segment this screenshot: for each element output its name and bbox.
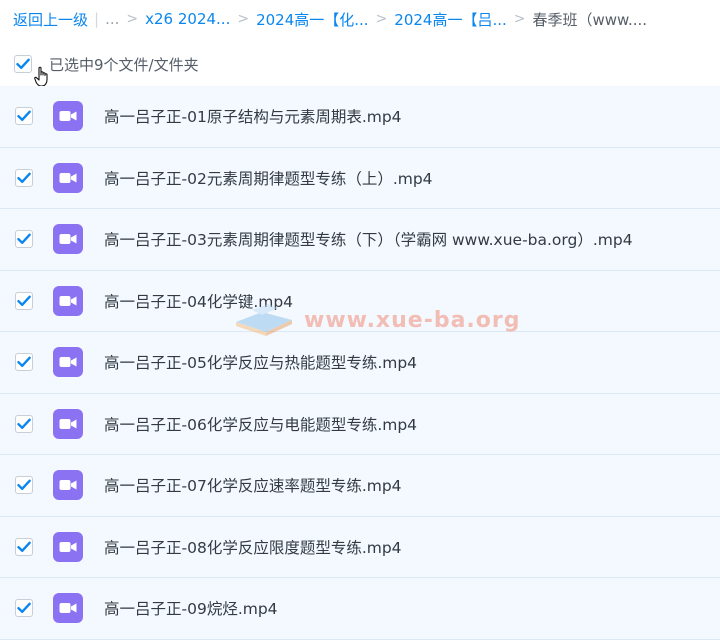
camera-icon: [59, 603, 77, 614]
checkmark-icon: [17, 110, 31, 122]
video-file-icon: [53, 593, 83, 624]
checkmark-icon: [17, 356, 31, 368]
file-row[interactable]: 高一吕子正-02元素周期律题型专练（上）.mp4: [0, 147, 720, 209]
breadcrumb-item-3[interactable]: 2024高一【吕...: [394, 9, 506, 30]
checkmark-icon: [17, 541, 31, 552]
file-checkbox[interactable]: [15, 168, 33, 187]
video-file-icon: [53, 470, 83, 501]
selection-bar: 已选中9个文件/文件夹: [0, 46, 720, 82]
file-name[interactable]: 高一吕子正-03元素周期律题型专练（下）（学霸网 www.xue-ba.org）…: [104, 228, 633, 250]
checkmark-icon: [17, 233, 31, 245]
file-row[interactable]: 高一吕子正-01原子结构与元素周期表.mp4: [0, 86, 720, 148]
video-file-icon: [53, 531, 83, 562]
camera-icon: [59, 541, 77, 552]
file-row[interactable]: 高一吕子正-03元素周期律题型专练（下）（学霸网 www.xue-ba.org）…: [0, 209, 720, 271]
file-checkbox[interactable]: [15, 537, 33, 556]
breadcrumb-separator-icon: >: [237, 11, 250, 27]
selection-count-text: 已选中9个文件/文件夹: [49, 55, 199, 74]
file-name[interactable]: 高一吕子正-02元素周期律题型专练（上）.mp4: [104, 167, 433, 189]
camera-icon: [59, 111, 77, 122]
breadcrumb-divider: |: [94, 10, 100, 28]
video-file-icon: [53, 162, 83, 193]
camera-icon: [59, 234, 77, 245]
file-row[interactable]: 高一吕子正-06化学反应与电能题型专练.mp4: [0, 393, 720, 455]
checkmark-icon: [16, 58, 30, 69]
file-checkbox[interactable]: [15, 107, 33, 126]
checkmark-icon: [17, 479, 31, 491]
file-name[interactable]: 高一吕子正-01原子结构与元素周期表.mp4: [104, 105, 402, 127]
file-name[interactable]: 高一吕子正-06化学反应与电能题型专练.mp4: [104, 413, 417, 435]
file-row[interactable]: 高一吕子正-08化学反应限度题型专练.mp4: [0, 516, 720, 578]
file-checkbox[interactable]: [15, 353, 33, 372]
camera-icon: [59, 357, 77, 368]
hand-cursor-icon: [34, 66, 48, 87]
video-file-icon: [53, 347, 83, 378]
video-file-icon: [53, 285, 83, 316]
breadcrumb-item-2[interactable]: 2024高一【化...: [256, 9, 368, 30]
file-name[interactable]: 高一吕子正-09烷烃.mp4: [104, 597, 278, 619]
file-name[interactable]: 高一吕子正-05化学反应与热能题型专练.mp4: [104, 351, 417, 373]
video-file-icon: [53, 224, 83, 255]
file-name[interactable]: 高一吕子正-07化学反应速率题型专练.mp4: [104, 474, 402, 496]
file-name[interactable]: 高一吕子正-08化学反应限度题型专练.mp4: [104, 536, 402, 558]
file-checkbox[interactable]: [15, 414, 33, 433]
camera-icon: [59, 295, 77, 306]
camera-icon: [59, 480, 77, 491]
select-all-checkbox[interactable]: [14, 55, 32, 73]
breadcrumb-separator-icon: >: [375, 11, 388, 27]
checkmark-icon: [17, 295, 31, 306]
file-checkbox[interactable]: [15, 599, 33, 618]
breadcrumb-ellipsis[interactable]: ...: [105, 10, 119, 28]
file-list: 高一吕子正-01原子结构与元素周期表.mp4 高一吕子正-02元素周期律题型专练（…: [0, 86, 720, 640]
checkmark-icon: [17, 418, 31, 429]
breadcrumb-separator-icon: >: [126, 11, 139, 27]
breadcrumb-item-1[interactable]: x26 2024...: [145, 10, 230, 28]
file-row[interactable]: 高一吕子正-04化学键.mp4: [0, 270, 720, 332]
video-file-icon: [53, 101, 83, 132]
camera-icon: [59, 172, 77, 183]
breadcrumb: 返回上一级 | ... > x26 2024... > 2024高一【化... …: [0, 0, 720, 38]
checkmark-icon: [17, 172, 31, 183]
file-checkbox[interactable]: [15, 291, 33, 310]
breadcrumb-current: 春季班（www....: [532, 10, 648, 29]
file-row[interactable]: 高一吕子正-07化学反应速率题型专练.mp4: [0, 455, 720, 517]
breadcrumb-separator-icon: >: [513, 11, 526, 27]
file-row[interactable]: 高一吕子正-05化学反应与热能题型专练.mp4: [0, 332, 720, 394]
file-checkbox[interactable]: [15, 476, 33, 495]
camera-icon: [59, 418, 77, 429]
file-checkbox[interactable]: [15, 230, 33, 249]
file-row[interactable]: 高一吕子正-09烷烃.mp4: [0, 578, 720, 640]
video-file-icon: [53, 408, 83, 439]
back-link[interactable]: 返回上一级: [13, 9, 88, 30]
checkmark-icon: [17, 602, 31, 614]
file-name[interactable]: 高一吕子正-04化学键.mp4: [104, 290, 293, 312]
